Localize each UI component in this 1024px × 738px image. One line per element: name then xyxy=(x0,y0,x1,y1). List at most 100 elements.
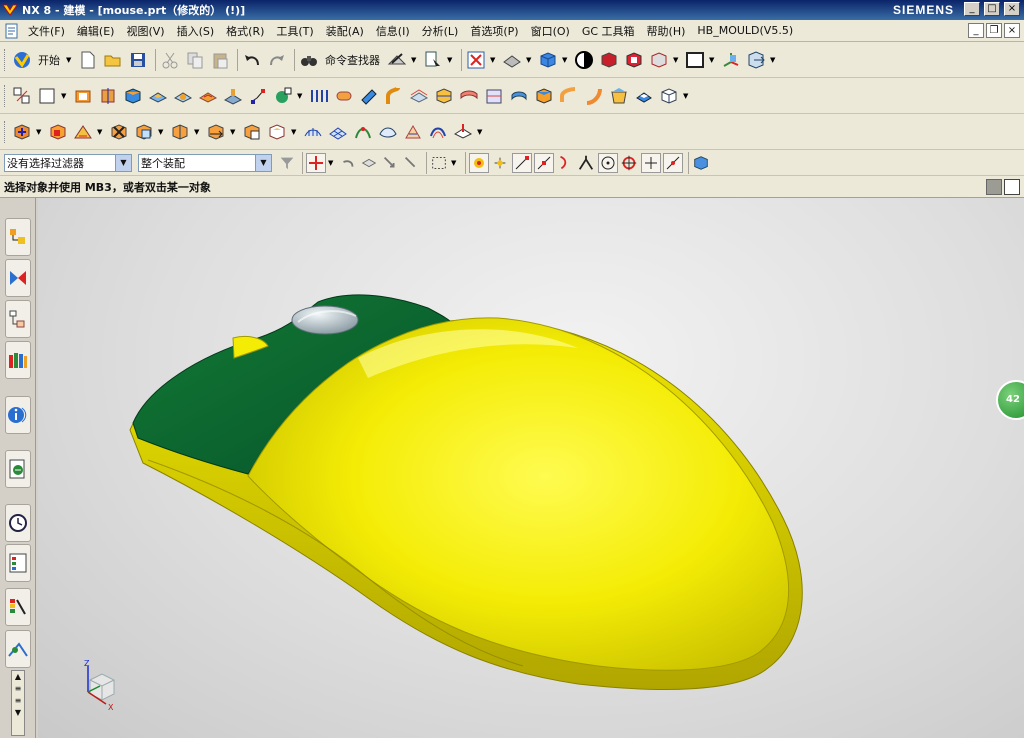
ruled-icon[interactable] xyxy=(358,85,380,107)
close-button[interactable]: × xyxy=(1004,2,1020,16)
draft-icon[interactable] xyxy=(608,85,630,107)
chamfer-icon[interactable] xyxy=(633,85,655,107)
split-body-icon[interactable] xyxy=(483,85,505,107)
status-icon[interactable] xyxy=(986,179,1002,195)
general-selection-button[interactable] xyxy=(306,152,326,173)
sketch-dropdown-icon[interactable]: ▼ xyxy=(411,56,418,64)
minimize-button[interactable]: _ xyxy=(964,2,980,16)
sweep-icon[interactable] xyxy=(308,85,330,107)
mate-component-icon[interactable] xyxy=(72,121,94,143)
thicken-icon[interactable] xyxy=(508,85,530,107)
snap-end-point-button[interactable] xyxy=(512,152,532,173)
scroll-down-icon[interactable]: ▼ xyxy=(12,707,24,719)
rectangle-dropdown-icon[interactable]: ▼ xyxy=(451,159,458,167)
clip-dropdown-icon[interactable]: ▼ xyxy=(673,56,680,64)
face-blend-icon[interactable] xyxy=(583,85,605,107)
revolve-icon[interactable] xyxy=(97,85,119,107)
render-dropdown-icon[interactable]: ▼ xyxy=(562,56,569,64)
rectangle-select-icon[interactable] xyxy=(430,152,448,174)
toolbar-grip[interactable] xyxy=(4,120,7,143)
assembly-navigator-tab[interactable] xyxy=(5,218,31,256)
orient-view-icon[interactable] xyxy=(501,49,523,71)
snap-point-on-curve-button[interactable] xyxy=(641,152,661,173)
wave-link-icon[interactable] xyxy=(241,121,263,143)
trim-body-icon[interactable] xyxy=(433,85,455,107)
edge-blend-icon[interactable] xyxy=(558,85,580,107)
flange-icon[interactable] xyxy=(458,85,480,107)
process-studio-tab[interactable] xyxy=(5,588,31,626)
menu-format[interactable]: 格式(R) xyxy=(220,23,270,39)
snap-intersection-icon[interactable] xyxy=(577,152,595,174)
offset-surface-icon[interactable] xyxy=(408,85,430,107)
system-materials-tab[interactable] xyxy=(5,544,31,582)
point-icon[interactable] xyxy=(247,85,269,107)
mate-dropdown-icon[interactable]: ▼ xyxy=(97,128,104,136)
chevron-down-icon[interactable]: ▼ xyxy=(115,154,131,171)
start-dropdown-icon[interactable]: ▼ xyxy=(66,56,73,64)
part-navigator-tab[interactable] xyxy=(5,300,31,338)
scroll-mid-icon[interactable]: ≡ xyxy=(12,683,24,695)
fullscreen-icon[interactable] xyxy=(1004,179,1020,195)
surface-dropdown-icon[interactable]: ▼ xyxy=(477,128,484,136)
redo-icon[interactable] xyxy=(266,49,288,71)
snap-control-point-icon[interactable] xyxy=(556,152,574,174)
scroll-up-icon[interactable]: ▲ xyxy=(12,671,24,683)
type-filter-select[interactable]: 没有选择过滤器 ▼ xyxy=(4,153,132,172)
block-icon[interactable] xyxy=(122,85,144,107)
hd3d-tools-tab[interactable] xyxy=(5,396,31,434)
pattern-icon[interactable] xyxy=(197,85,219,107)
background-dropdown-icon[interactable]: ▼ xyxy=(709,56,716,64)
roles-tab[interactable] xyxy=(5,630,31,668)
menu-file[interactable]: 文件(F) xyxy=(22,23,71,39)
constraint-navigator-tab[interactable] xyxy=(5,259,31,297)
doc-minimize-button[interactable]: _ xyxy=(968,23,984,38)
replace-dropdown-icon[interactable]: ▼ xyxy=(158,128,165,136)
move-object-icon[interactable] xyxy=(745,49,767,71)
resource-bar-scrollbar[interactable]: ▲ ≡ ≡ ▼ xyxy=(11,670,25,736)
styled-sweep-icon[interactable] xyxy=(402,121,424,143)
snap-existing-point-button[interactable] xyxy=(469,152,489,173)
orient-dropdown-icon[interactable]: ▼ xyxy=(526,56,533,64)
selection-scope-select[interactable]: 整个装配 ▼ xyxy=(138,153,272,172)
add-dropdown-icon[interactable]: ▼ xyxy=(36,128,43,136)
new-icon[interactable] xyxy=(77,49,99,71)
start-button[interactable]: 开始 xyxy=(38,52,60,68)
clip-box-icon[interactable] xyxy=(648,49,670,71)
section-box-icon[interactable] xyxy=(623,49,645,71)
command-finder-button[interactable]: 命令查找器 xyxy=(325,52,380,68)
reuse-library-tab[interactable] xyxy=(5,341,31,379)
paste-icon[interactable] xyxy=(209,49,231,71)
filter-settings-icon[interactable] xyxy=(278,152,296,174)
select-edge-icon[interactable] xyxy=(402,152,420,174)
cut-icon[interactable] xyxy=(159,49,181,71)
delete-component-icon[interactable] xyxy=(108,121,130,143)
snap-quadrant-icon[interactable] xyxy=(620,152,638,174)
select-body-icon[interactable] xyxy=(381,152,399,174)
menu-gc-toolkit[interactable]: GC 工具箱 xyxy=(576,23,641,39)
new-component-icon[interactable] xyxy=(47,121,69,143)
emboss-icon[interactable] xyxy=(222,85,244,107)
doc-restore-button[interactable]: ❐ xyxy=(986,23,1002,38)
snap-mid-point-button[interactable] xyxy=(534,152,554,173)
graphics-window[interactable]: Z X 42 xyxy=(38,198,1024,738)
shell-icon[interactable] xyxy=(658,85,680,107)
info-dropdown-icon[interactable]: ▼ xyxy=(447,56,454,64)
binoculars-icon[interactable] xyxy=(298,49,320,71)
mouse-model[interactable] xyxy=(38,198,1024,738)
background-color-icon[interactable] xyxy=(684,49,706,71)
internet-explorer-tab[interactable] xyxy=(5,450,31,488)
copy-icon[interactable] xyxy=(184,49,206,71)
snap-point-icon[interactable] xyxy=(491,152,509,174)
menu-help[interactable]: 帮助(H) xyxy=(641,23,692,39)
explode-dropdown-icon[interactable]: ▼ xyxy=(291,128,298,136)
snap-arc-center-button[interactable] xyxy=(598,152,618,173)
datum-dropdown-icon[interactable]: ▼ xyxy=(61,92,68,100)
menu-hb-mould[interactable]: HB_MOULD(V5.5) xyxy=(691,24,799,37)
info-cursor-icon[interactable] xyxy=(422,49,444,71)
chevron-down-icon[interactable]: ▼ xyxy=(255,154,271,171)
menu-analysis[interactable]: 分析(L) xyxy=(416,23,465,39)
undo-icon[interactable] xyxy=(241,49,263,71)
styled-blend-icon[interactable] xyxy=(427,121,449,143)
sketch-plane-icon[interactable] xyxy=(11,85,33,107)
menu-insert[interactable]: 插入(S) xyxy=(171,23,221,39)
